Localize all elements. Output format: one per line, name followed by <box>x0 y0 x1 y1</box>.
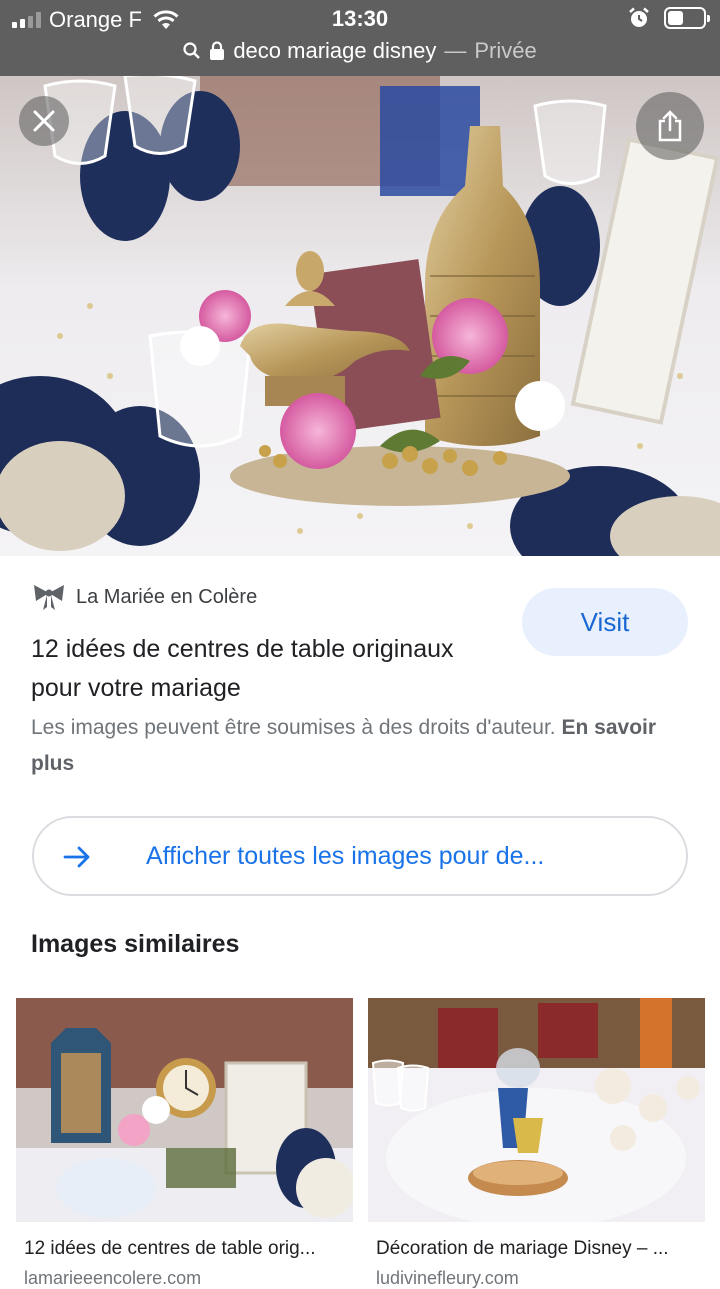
lock-icon <box>210 41 225 60</box>
alarm-icon <box>629 7 649 27</box>
similar-image-title[interactable]: Décoration de mariage Disney – ... <box>376 1238 705 1260</box>
source-name: La Mariée en Colère <box>76 585 258 608</box>
similar-image-card[interactable]: Décoration de mariage Disney – ... ludiv… <box>368 998 705 1289</box>
bow-icon <box>34 585 64 610</box>
close-button[interactable] <box>19 96 69 146</box>
private-mode-label: Privée <box>474 38 537 63</box>
all-images-label: Afficher toutes les images pour de... <box>146 842 545 870</box>
url-text: deco mariage disney <box>233 38 437 63</box>
all-images-button[interactable]: Afficher toutes les images pour de... <box>32 816 688 896</box>
similar-image-domain: ludivinefleury.com <box>376 1268 519 1288</box>
visit-button[interactable]: Visit <box>522 588 688 656</box>
copyright-notice: Les images peuvent être soumises à des d… <box>31 710 671 782</box>
battery-icon <box>664 7 710 29</box>
share-icon <box>658 110 682 142</box>
search-icon <box>183 42 201 59</box>
close-icon <box>33 110 55 132</box>
similar-image-thumbnail[interactable] <box>16 998 353 1222</box>
url-separator: — <box>444 38 467 63</box>
source-row[interactable]: La Mariée en Colère <box>32 582 257 612</box>
arrow-right-icon <box>63 846 90 868</box>
similar-image-title[interactable]: 12 idées de centres de table orig... <box>24 1238 353 1260</box>
copyright-text: Les images peuvent être soumises à des d… <box>31 716 556 739</box>
status-time: 13:30 <box>331 6 389 31</box>
url-bar[interactable]: deco mariage disney — Privée <box>0 38 720 64</box>
status-right <box>628 7 710 29</box>
similar-image-thumbnail[interactable] <box>368 998 705 1222</box>
result-title[interactable]: 12 idées de centres de table originaux p… <box>31 630 471 708</box>
status-bar: Orange F 13:30 deco mariage disney — Pri… <box>0 0 720 76</box>
similar-images-heading: Images similaires <box>31 930 240 958</box>
share-button[interactable] <box>636 92 704 160</box>
main-image[interactable] <box>0 76 720 556</box>
similar-image-domain: lamarieeencolere.com <box>24 1268 202 1288</box>
similar-image-card[interactable]: 12 idées de centres de table orig... lam… <box>16 998 353 1289</box>
